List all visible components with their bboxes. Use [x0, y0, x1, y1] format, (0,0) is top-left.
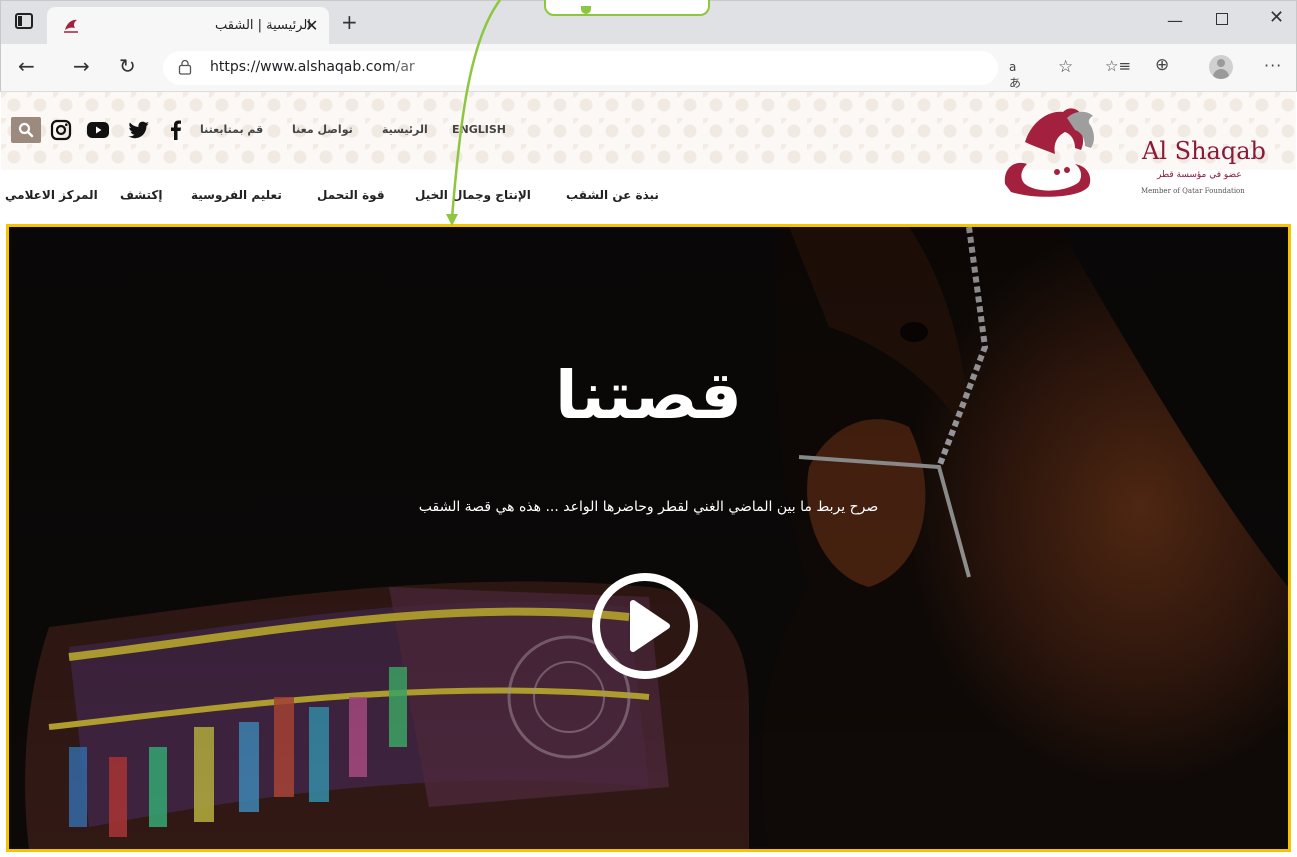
nav-item-discover[interactable]: إكتشف [120, 188, 163, 202]
english-link[interactable]: ENGLISH [452, 123, 506, 136]
main-navigation: المركز الاعلامي إكتشف تعليم الفروسية قوة… [1, 188, 701, 212]
home-link[interactable]: الرئيسية [382, 123, 428, 136]
facebook-icon[interactable] [164, 118, 188, 142]
browser-tab-active[interactable]: الرئيسية | الشقب ✕ [47, 7, 329, 45]
search-button[interactable] [11, 117, 41, 143]
more-options-icon[interactable]: ··· [1264, 56, 1282, 75]
hero-title: قصتنا [555, 357, 742, 434]
nav-item-breeding[interactable]: الإنتاج وجمال الخيل [415, 188, 531, 202]
maximize-icon[interactable] [1216, 13, 1228, 25]
collections-icon[interactable]: ⊕ [1155, 55, 1169, 75]
logo-subtitle-en: Member of Qatar Foundation [1141, 187, 1245, 195]
hero-banner: قصتنا صرح يربط ما بين الماضي الغني لقطر … [6, 224, 1291, 852]
follow-us-label: قم بمتابعتنا [200, 123, 264, 136]
play-video-icon[interactable] [590, 571, 700, 681]
tab-actions-icon[interactable] [15, 13, 33, 29]
window-close-icon[interactable]: ✕ [1269, 7, 1284, 28]
logo-title-en: Al Shaqab [1142, 137, 1266, 165]
tab-close-icon[interactable]: ✕ [305, 16, 318, 35]
youtube-icon[interactable] [86, 118, 110, 142]
nav-item-media-center[interactable]: المركز الاعلامي [5, 188, 98, 202]
nav-item-endurance[interactable]: قوة التحمل [317, 188, 385, 202]
nav-item-equestrian-education[interactable]: تعليم الفروسية [191, 188, 282, 202]
read-aloud-icon[interactable]: aあ [1009, 60, 1021, 91]
logo-subtitle-ar: عضو في مؤسسة قطر [1157, 170, 1242, 180]
favorites-icon[interactable]: ☆≡ [1105, 57, 1131, 75]
contact-us-link[interactable]: تواصل معنا [292, 123, 353, 136]
site-header: قم بمتابعتنا تواصل معنا الرئيسية ENGLISH… [1, 92, 1296, 224]
browser-toolbar: ← → ↻ https://www.alshaqab.com/ar aあ ☆ ☆… [0, 44, 1297, 92]
instagram-icon[interactable] [49, 118, 73, 142]
annotation-callout-box [544, 0, 710, 16]
search-icon [18, 122, 34, 138]
tab-title: الرئيسية | الشقب [215, 18, 311, 33]
forward-icon[interactable]: → [73, 56, 90, 76]
back-icon[interactable]: ← [18, 56, 35, 76]
alshaqab-favicon-icon [64, 19, 78, 33]
twitter-icon[interactable] [127, 118, 151, 142]
address-bar[interactable]: https://www.alshaqab.com/ar aあ ☆ [163, 51, 1073, 90]
hero-subtitle: صرح يربط ما بين الماضي الغني لقطر وحاضره… [418, 499, 879, 515]
url-host: https://www.alshaqab.com [210, 59, 396, 75]
url-text: https://www.alshaqab.com/ar [210, 59, 415, 75]
hero-background-horse-image [9, 227, 1288, 849]
profile-avatar-icon[interactable] [1209, 55, 1233, 79]
horse-logo-emblem [1004, 108, 1094, 197]
add-favorite-icon[interactable]: ☆ [1058, 57, 1073, 77]
new-tab-icon[interactable]: + [341, 12, 358, 32]
refresh-icon[interactable]: ↻ [119, 56, 136, 76]
minimize-icon[interactable]: — [1167, 11, 1183, 30]
url-path: /ar [395, 59, 415, 75]
lock-icon[interactable] [178, 59, 192, 75]
nav-item-about[interactable]: نبذة عن الشقب [566, 188, 659, 202]
alshaqab-logo[interactable]: Al Shaqab عضو في مؤسسة قطر Member of Qat… [997, 102, 1287, 202]
